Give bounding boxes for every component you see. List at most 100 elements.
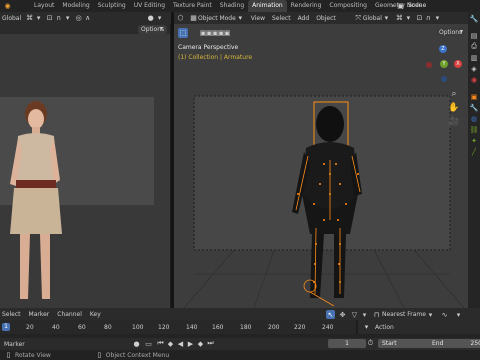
play-icon[interactable]: ▶ — [186, 339, 195, 348]
current-frame-field[interactable]: 1 — [328, 339, 366, 348]
chevron-down-icon[interactable]: ▾ — [160, 25, 168, 33]
snapping-icon[interactable]: ⊓ — [372, 310, 381, 319]
chevron-down-icon[interactable]: ▾ — [34, 14, 43, 23]
current-frame-indicator[interactable]: 1 — [2, 323, 10, 331]
tab-animation[interactable]: Animation — [248, 0, 287, 12]
magnet-icon[interactable]: ∩ — [54, 14, 63, 23]
gizmo-neg-z-axis[interactable] — [441, 76, 447, 82]
tab-sculpting[interactable]: Sculpting — [94, 0, 130, 12]
chevron-down-icon[interactable]: ▾ — [454, 310, 463, 319]
blender-logo-icon[interactable]: ◉ — [3, 2, 12, 11]
constraint-icon[interactable]: ⛓ — [470, 125, 479, 134]
play-reverse-icon[interactable]: ◀ — [176, 339, 185, 348]
keying-dropdown[interactable]: Nearest Frame — [382, 311, 426, 318]
end-frame-field[interactable]: End 250 — [428, 339, 480, 348]
world-icon[interactable]: ◉ — [470, 75, 479, 84]
ruler-tick: 220 — [294, 324, 306, 331]
snap-icon[interactable]: ⊡ — [415, 14, 424, 23]
magnet-icon[interactable]: ∩ — [424, 14, 433, 23]
scene-icon[interactable]: ◈ — [470, 64, 479, 73]
scene-icon[interactable]: ▣ — [396, 1, 405, 10]
tab-layout[interactable]: Layout — [30, 0, 58, 12]
zoom-icon[interactable]: ⌕ — [448, 88, 460, 100]
chevron-down-icon[interactable]: ▾ — [63, 14, 72, 23]
menu-select[interactable]: Select — [272, 15, 291, 22]
pan-icon[interactable]: ✥ — [338, 310, 347, 319]
chevron-down-icon[interactable]: ▾ — [362, 323, 371, 332]
tool-icon[interactable]: 🔧 — [470, 14, 479, 23]
scene-name[interactable]: Scene — [408, 2, 426, 9]
tab-rendering[interactable]: Rendering — [287, 0, 326, 12]
start-label: Start — [382, 340, 397, 347]
tab-modeling[interactable]: Modeling — [58, 0, 93, 12]
gizmo-neg-x-axis[interactable] — [426, 62, 432, 68]
mode-dropdown[interactable]: Object Mode — [198, 15, 236, 22]
view-layer-icon[interactable]: ▥ — [470, 53, 479, 62]
right-viewport-header: ⬡ ▦ Object Mode ▾ View Select Add Object… — [174, 12, 468, 24]
navigation-gizmo[interactable]: Z X Y — [422, 42, 466, 86]
menu-view[interactable]: View — [251, 15, 265, 22]
ruler-tick: 80 — [104, 324, 112, 331]
action-label[interactable]: Action — [375, 324, 394, 331]
camera-view-icon[interactable]: 🎥 — [448, 116, 460, 128]
graph-icon[interactable]: ∿ — [440, 310, 449, 319]
shading-menu-icon[interactable]: ▾ — [155, 14, 164, 23]
pivot-icon[interactable]: ⌘ — [395, 14, 404, 23]
orientation-dropdown[interactable]: Global — [363, 15, 382, 22]
tab-compositing[interactable]: Compositing — [325, 0, 371, 12]
pan-hand-icon[interactable]: ✋ — [448, 102, 460, 114]
physics-icon[interactable]: ◍ — [470, 114, 479, 123]
tab-uv-editing[interactable]: UV Editing — [130, 0, 169, 12]
tab-shading[interactable]: Shading — [216, 0, 248, 12]
menu-marker[interactable]: Marker — [29, 311, 50, 318]
ruler-tick: 120 — [158, 324, 170, 331]
next-keyframe-icon[interactable]: ◆ — [196, 339, 205, 348]
left-viewport-toolbar: Options ▾ — [0, 24, 170, 34]
orientation-dropdown[interactable]: Global — [2, 15, 21, 22]
bone-icon[interactable]: ╱ — [470, 147, 479, 156]
modifier-icon[interactable]: 🔧 — [470, 103, 479, 112]
chevron-down-icon[interactable]: ▾ — [236, 14, 245, 23]
editor-type-icon[interactable]: ⬡ — [176, 14, 185, 23]
gizmo-y-axis[interactable]: Y — [440, 60, 448, 68]
character-preview-image — [10, 101, 62, 299]
cursor-select-icon[interactable]: ↖ — [326, 310, 335, 319]
timeline-header: Select Marker Channel Key ↖ ✥ ▽ ▾ ⊓ Near… — [0, 308, 480, 320]
jump-start-icon[interactable]: ⏮ — [156, 339, 165, 348]
end-label: End — [432, 340, 444, 347]
marker-menu[interactable]: Marker — [4, 341, 25, 348]
chevron-down-icon[interactable]: ▾ — [360, 310, 369, 319]
pivot-icon[interactable]: ⌘ — [25, 14, 34, 23]
jump-end-icon[interactable]: ⏭ — [206, 339, 215, 348]
menu-add[interactable]: Add — [298, 15, 310, 22]
gizmo-z-axis[interactable]: Z — [439, 45, 447, 53]
render-icon[interactable]: ▤ — [470, 31, 479, 40]
chevron-down-icon[interactable]: ▾ — [382, 14, 391, 23]
status-bar: ▯ Rotate View ▯ Object Context Menu — [0, 350, 480, 360]
object-icon[interactable]: ▣ — [470, 92, 479, 101]
menu-object[interactable]: Object — [316, 15, 336, 22]
proportional-edit-icon[interactable]: ◎ — [74, 14, 83, 23]
tab-texture-paint[interactable]: Texture Paint — [169, 0, 216, 12]
timeline-ruler[interactable]: 1 20 40 60 80 100 120 140 160 180 200 22… — [0, 320, 356, 334]
record-icon[interactable]: ● — [132, 339, 141, 348]
menu-key[interactable]: Key — [90, 311, 101, 318]
falloff-icon[interactable]: ∧ — [83, 14, 92, 23]
filter-icon[interactable]: ▽ — [350, 310, 359, 319]
output-icon[interactable]: ⎙ — [470, 42, 479, 51]
preview-range-icon[interactable]: ⏱ — [366, 339, 375, 348]
shading-solid-icon[interactable]: ● — [146, 14, 155, 23]
3d-viewport[interactable]: ⬚ ▣ ▣ ▣ ▣ ▣ Options ▾ Camera Perspective… — [174, 24, 468, 308]
keying-set-icon[interactable]: ▭ — [144, 339, 153, 348]
chevron-down-icon[interactable]: ▾ — [404, 14, 413, 23]
armature-data-icon[interactable]: ✦ — [470, 136, 479, 145]
gizmo-x-axis[interactable]: X — [454, 60, 462, 68]
snap-icon[interactable]: ⊡ — [45, 14, 54, 23]
menu-channel[interactable]: Channel — [57, 311, 82, 318]
chevron-down-icon[interactable]: ▾ — [433, 14, 442, 23]
menu-select[interactable]: Select — [2, 311, 21, 318]
ruler-tick: 60 — [78, 324, 86, 331]
render-preview-viewport[interactable]: Options ▾ — [0, 24, 170, 308]
prev-keyframe-icon[interactable]: ◆ — [166, 339, 175, 348]
chevron-down-icon[interactable]: ▾ — [426, 310, 435, 319]
